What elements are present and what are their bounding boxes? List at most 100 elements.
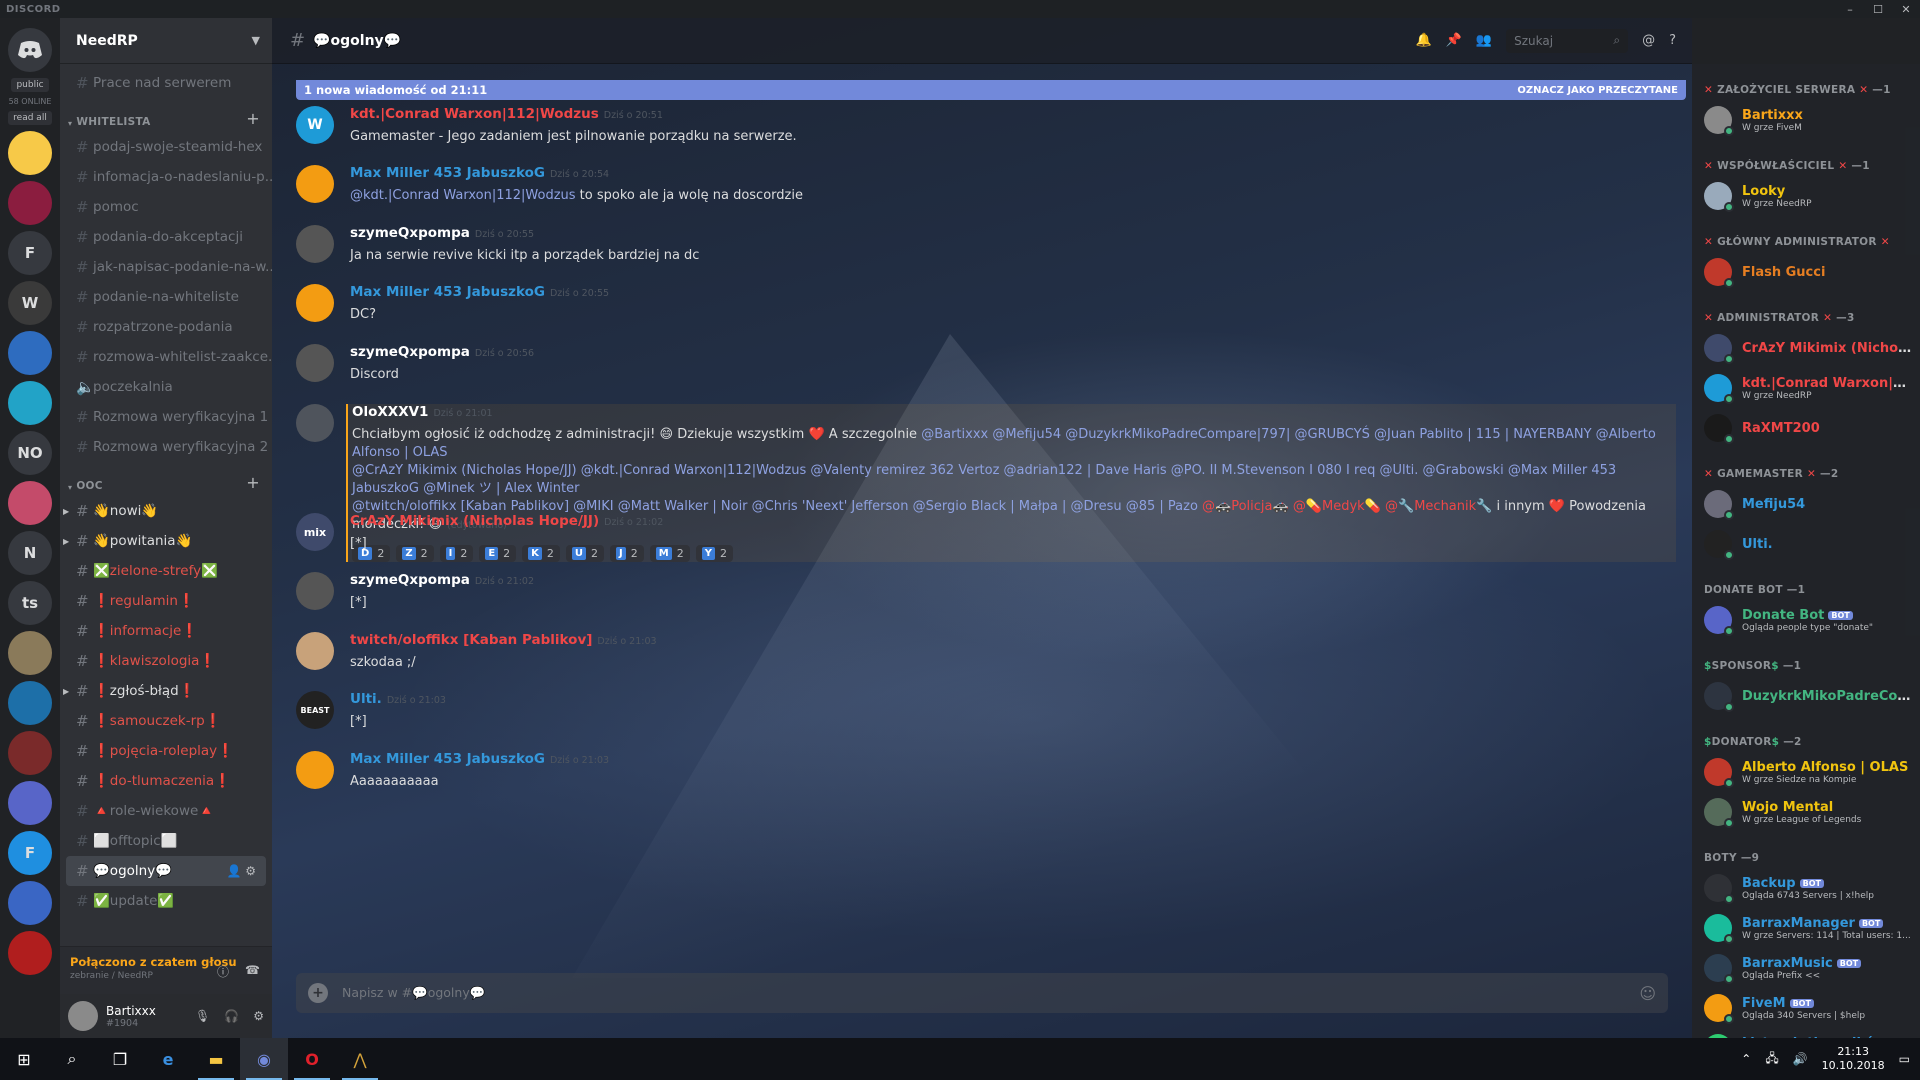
- bell-icon[interactable]: 🔔: [1416, 33, 1432, 48]
- headphones-icon[interactable]: 🎧: [224, 1009, 239, 1023]
- member-item[interactable]: Flash Gucci: [1692, 252, 1920, 292]
- channel-item[interactable]: ▶ # 👋nowi👋: [60, 496, 272, 526]
- discord-icon[interactable]: ◉: [240, 1038, 288, 1080]
- search-input[interactable]: Szukaj ⌕: [1506, 28, 1629, 53]
- avatar[interactable]: [1704, 530, 1734, 560]
- notifications-icon[interactable]: ▭: [1899, 1052, 1910, 1066]
- member-item[interactable]: BarraxMusic BOT Ogląda Prefix <<: [1692, 948, 1920, 988]
- avatar[interactable]: [1704, 1034, 1732, 1038]
- channel-item[interactable]: # Rozmowa weryfikacyjna 2: [60, 432, 272, 462]
- avatar[interactable]: [296, 344, 334, 382]
- channel-item[interactable]: # ❗klawiszologia❗: [60, 646, 272, 676]
- message-author[interactable]: szymeQxpompa: [350, 225, 470, 241]
- maximize-button[interactable]: ☐: [1864, 3, 1892, 16]
- avatar[interactable]: [296, 632, 334, 670]
- channel-item[interactable]: # ❗informacje❗: [60, 616, 272, 646]
- channel-item[interactable]: # infomacja-o-nadeslaniu-p...: [60, 162, 272, 192]
- channel-item[interactable]: # ❗pojęcia-roleplay❗: [60, 736, 272, 766]
- server-icon[interactable]: [8, 681, 52, 725]
- message-author[interactable]: CrAzY Mikimix (Nicholas Hope/JJ): [350, 513, 599, 529]
- avatar[interactable]: [1704, 994, 1734, 1024]
- avatar[interactable]: [1704, 758, 1734, 788]
- member-item[interactable]: Mefiju54: [1692, 484, 1920, 524]
- avatar[interactable]: [68, 1001, 98, 1031]
- avatar[interactable]: [1704, 874, 1734, 904]
- new-messages-banner[interactable]: 1 nowa wiadomość od 21:11 OZNACZ JAKO PR…: [296, 80, 1686, 100]
- caret-right-icon[interactable]: ▶: [63, 687, 69, 696]
- avatar[interactable]: [296, 404, 334, 442]
- server-icon[interactable]: [8, 381, 52, 425]
- member-item[interactable]: BarraxManager BOT W grze Servers: 114 | To…: [1692, 908, 1920, 948]
- member-item[interactable]: Backup BOT Ogląda 6743 Servers | x!help: [1692, 868, 1920, 908]
- message-author[interactable]: twitch/oloffikx [Kaban Pablikov]: [350, 632, 592, 648]
- avatar[interactable]: [296, 284, 334, 322]
- channel-item[interactable]: # podanie-na-whiteliste: [60, 282, 272, 312]
- disconnect-icon[interactable]: ☎: [245, 963, 260, 980]
- start-icon[interactable]: ⊞: [0, 1038, 48, 1080]
- member-item[interactable]: Alberto Alfonso | OLAS W grze Siedze na K…: [1692, 752, 1920, 792]
- volume-icon[interactable]: 🔊: [1793, 1052, 1808, 1066]
- avatar[interactable]: [1704, 414, 1734, 444]
- help-icon[interactable]: ?: [1669, 33, 1676, 48]
- gear-icon[interactable]: ⚙: [253, 1009, 264, 1023]
- avatar[interactable]: [1704, 374, 1734, 404]
- server-icon[interactable]: [8, 481, 52, 525]
- message-author[interactable]: Max Miller 453 JabuszkoG: [350, 751, 545, 767]
- edge-icon[interactable]: e: [144, 1038, 192, 1080]
- file-explorer-icon[interactable]: ▬: [192, 1038, 240, 1080]
- channel-settings-icon[interactable]: 👤 ⚙: [226, 864, 256, 878]
- mark-as-read-button[interactable]: OZNACZ JAKO PRZECZYTANE: [1517, 85, 1678, 96]
- channel-item[interactable]: # ❗samouczek-rp❗: [60, 706, 272, 736]
- avatar[interactable]: [1704, 914, 1734, 944]
- read-all-button[interactable]: read all: [8, 111, 52, 125]
- message-author[interactable]: Max Miller 453 JabuszkoG: [350, 284, 545, 300]
- minimize-button[interactable]: –: [1836, 3, 1864, 16]
- search-icon[interactable]: ⌕: [48, 1038, 96, 1080]
- server-icon[interactable]: [8, 781, 52, 825]
- pin-icon[interactable]: 📌: [1446, 33, 1462, 48]
- message-author[interactable]: Ulti.: [350, 691, 382, 707]
- message-author[interactable]: OloXXXV1: [352, 404, 428, 420]
- member-item[interactable]: Lista użytkownikówBOTW grze bit.ly/membe…: [1692, 1028, 1920, 1038]
- server-icon[interactable]: [8, 931, 52, 975]
- member-item[interactable]: CrAzY Mikimix (Nichol...: [1692, 328, 1920, 368]
- channel-item[interactable]: # 💬ogolny💬 👤 ⚙: [66, 856, 266, 886]
- task-view-icon[interactable]: ❐: [96, 1038, 144, 1080]
- avatar[interactable]: [1704, 490, 1734, 520]
- server-icon[interactable]: F: [8, 831, 52, 875]
- channel-item[interactable]: # ✅update✅: [60, 886, 272, 916]
- avatar[interactable]: [296, 165, 334, 203]
- member-item[interactable]: Wojo Mental W grze League of Legends: [1692, 792, 1920, 832]
- channel-item[interactable]: # podania-do-akceptacji: [60, 222, 272, 252]
- server-icon[interactable]: [8, 731, 52, 775]
- emoji-picker-icon[interactable]: ☺: [1639, 984, 1656, 1003]
- member-item[interactable]: kdt.|Conrad Warxon|112...W grze NeedRP: [1692, 368, 1920, 408]
- channel-item[interactable]: ▶ # ❗zgłoś-błąd❗: [60, 676, 272, 706]
- avatar[interactable]: [1704, 182, 1734, 212]
- channel-item[interactable]: # Rozmowa weryfikacyjna 1: [60, 402, 272, 432]
- channel-item[interactable]: # ❗do-tlumaczenia❗: [60, 766, 272, 796]
- add-channel-icon[interactable]: +: [246, 109, 260, 128]
- server-icon[interactable]: N: [8, 531, 52, 575]
- member-item[interactable]: Donate Bot BOT Ogląda people type "donate": [1692, 600, 1920, 640]
- avatar[interactable]: [1704, 954, 1734, 984]
- role-mentions[interactable]: @🚓Policja🚓 @💊Medyk💊 @🔧Mechanik🔧: [1198, 499, 1492, 514]
- game-icon[interactable]: ⋀: [336, 1038, 384, 1080]
- avatar[interactable]: [1704, 606, 1734, 636]
- avatar[interactable]: BEAST: [296, 691, 334, 729]
- avatar[interactable]: W: [296, 106, 334, 144]
- message-author[interactable]: szymeQxpompa: [350, 572, 470, 588]
- avatar[interactable]: [1704, 334, 1734, 364]
- channel-item[interactable]: # rozpatrzone-podania: [60, 312, 272, 342]
- chevron-down-icon[interactable]: ▾: [68, 483, 72, 492]
- channel-item[interactable]: # pomoc: [60, 192, 272, 222]
- opera-icon[interactable]: O: [288, 1038, 336, 1080]
- member-item[interactable]: DuzykrkMikoPadreCom...: [1692, 676, 1920, 716]
- server-icon[interactable]: W: [8, 281, 52, 325]
- message-author[interactable]: szymeQxpompa: [350, 344, 470, 360]
- avatar[interactable]: [1704, 682, 1734, 712]
- member-item[interactable]: RaXMT200: [1692, 408, 1920, 448]
- channel-item[interactable]: # rozmowa-whitelist-zaakce...: [60, 342, 272, 372]
- avatar[interactable]: [296, 751, 334, 789]
- avatar[interactable]: [1704, 258, 1734, 288]
